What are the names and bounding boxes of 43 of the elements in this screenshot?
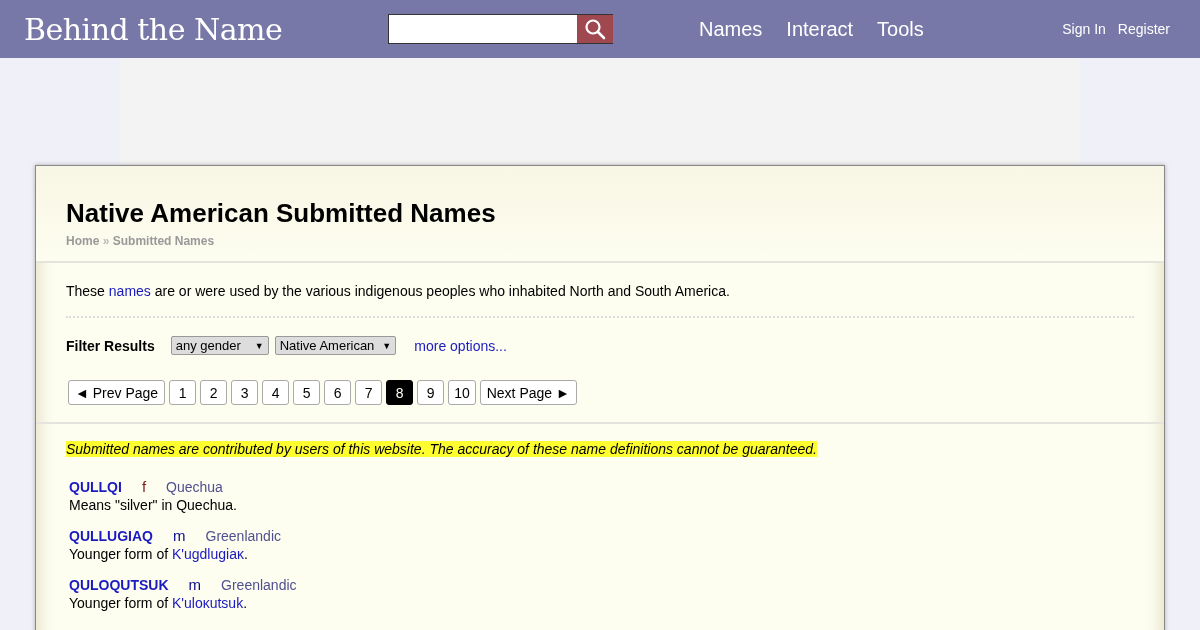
page-button[interactable]: 5 xyxy=(293,380,321,405)
filter-dropdown[interactable]: any gender ▼ xyxy=(170,336,269,355)
nav-link[interactable]: Interact xyxy=(786,17,854,41)
name-link[interactable]: QULLUGIAQ xyxy=(69,528,153,544)
disclaimer-text: Submitted names are contributed by users of this website. The accuracy of these name definitions cannot be guaranteed. xyxy=(66,441,817,457)
name-description: Means "silver" in Quechua. xyxy=(69,497,238,513)
page-button[interactable]: 9 xyxy=(417,380,445,405)
page-title: Native American Submitted Names xyxy=(66,198,497,229)
name-description: Younger form of K'uloĸutsuk. xyxy=(69,595,249,611)
gender-label: m xyxy=(188,576,202,593)
page-button[interactable]: 8 xyxy=(386,380,414,405)
search-icon xyxy=(584,18,606,40)
name-description: Younger form of K'ugdlugiaĸ. xyxy=(69,546,249,562)
usage-link[interactable]: Greenlandic xyxy=(205,528,281,544)
page-button[interactable]: 10 xyxy=(448,380,476,405)
usage-link[interactable]: Quechua xyxy=(166,479,223,495)
more-options-link[interactable]: more options... xyxy=(414,337,507,354)
page-button[interactable]: 1 xyxy=(169,380,197,405)
page-button[interactable]: 3 xyxy=(231,380,259,405)
name-link[interactable]: QULOQUTSUK xyxy=(69,577,169,593)
account-link[interactable]: Sign In xyxy=(1062,21,1106,37)
intro-text: These names are or were used by the various indigenous peoples who inhabited North and South America. xyxy=(66,283,731,299)
nav-link[interactable]: Names xyxy=(699,17,763,41)
filter-dropdown[interactable]: Native American ▼ xyxy=(274,336,397,355)
page-button[interactable]: 6 xyxy=(324,380,352,405)
page-button[interactable]: 7 xyxy=(355,380,383,405)
site-logo[interactable]: Behind the Name xyxy=(24,11,384,47)
search-button[interactable] xyxy=(577,15,613,43)
usage-link[interactable]: Greenlandic xyxy=(221,577,297,593)
name-link[interactable]: QULLQI xyxy=(69,479,122,495)
page-button[interactable]: 2 xyxy=(200,380,228,405)
gender-label: f xyxy=(141,478,147,495)
page-button[interactable]: 4 xyxy=(262,380,290,405)
related-name-link[interactable]: K'ugdlugiaĸ xyxy=(172,546,244,562)
prev-page-button[interactable]: ◄ Prev Page xyxy=(68,380,166,405)
breadcrumb-separator: » xyxy=(102,234,110,248)
account-link[interactable]: Register xyxy=(1117,21,1170,37)
next-page-button[interactable]: Next Page ► xyxy=(479,380,577,405)
search-field[interactable] xyxy=(388,14,613,44)
names-link[interactable]: names xyxy=(108,283,151,299)
gender-label: m xyxy=(173,527,186,544)
filter-label: Filter Results xyxy=(66,337,155,354)
nav-link[interactable]: Tools xyxy=(877,17,924,41)
